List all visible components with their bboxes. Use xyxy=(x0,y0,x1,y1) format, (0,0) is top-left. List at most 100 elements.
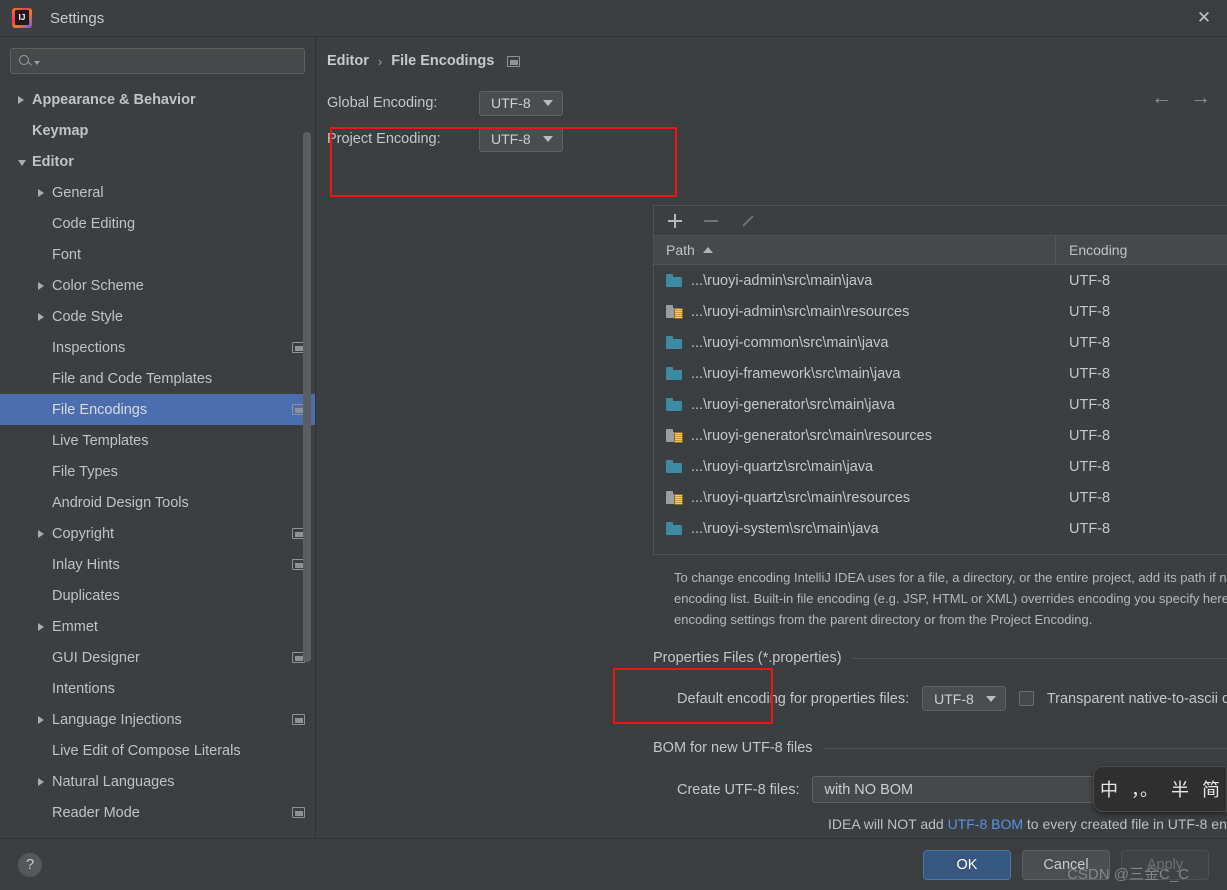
table-toolbar xyxy=(654,206,1227,236)
table-cell-encoding[interactable]: UTF-8 xyxy=(1056,521,1110,537)
global-encoding-dropdown[interactable]: UTF-8 xyxy=(479,90,563,116)
resources-folder-icon xyxy=(666,305,683,319)
sidebar-item-label: Keymap xyxy=(32,122,89,139)
sidebar-item-label: Reader Mode xyxy=(52,804,140,821)
bom-group-title: BOM for new UTF-8 files xyxy=(653,740,1227,756)
panel-icon[interactable] xyxy=(292,714,305,725)
table-cell-encoding[interactable]: UTF-8 xyxy=(1056,335,1110,351)
sidebar-item-font[interactable]: Font xyxy=(0,239,315,270)
project-encoding-value: UTF-8 xyxy=(491,131,531,147)
sidebar-item-gui-designer[interactable]: GUI Designer xyxy=(0,642,315,673)
ime-punctuation-indicator[interactable]: ，。 xyxy=(1131,776,1158,802)
sidebar-item-label: File and Code Templates xyxy=(52,370,213,387)
search-box[interactable] xyxy=(10,48,305,74)
sidebar-item-language-injections[interactable]: Language Injections xyxy=(0,704,315,735)
sidebar-item-general[interactable]: General xyxy=(0,177,315,208)
sidebar-scrollbar[interactable] xyxy=(303,132,311,662)
global-encoding-value: UTF-8 xyxy=(491,95,531,111)
forward-arrow-icon[interactable]: → xyxy=(1190,87,1211,108)
chevron-down-icon xyxy=(985,695,996,702)
sidebar-item-editor[interactable]: Editor xyxy=(0,146,315,177)
table-cell-encoding[interactable]: UTF-8 xyxy=(1056,366,1110,382)
sidebar-item-label: Editor xyxy=(32,153,74,170)
ime-script-indicator[interactable]: 简 xyxy=(1202,776,1220,802)
table-cell-path: ...\ruoyi-generator\src\main\java xyxy=(654,397,1056,413)
chevron-down-icon[interactable] xyxy=(18,160,26,166)
table-row[interactable]: ...\ruoyi-quartz\src\main\resources UTF-8 xyxy=(654,482,1227,513)
encodings-table-panel: Path Encoding ...\ruoyi-admin\src\main\j… xyxy=(653,205,1227,555)
table-cell-encoding[interactable]: UTF-8 xyxy=(1056,273,1110,289)
chevron-right-icon[interactable] xyxy=(38,622,44,631)
column-header-path[interactable]: Path xyxy=(654,236,1056,264)
table-row[interactable]: ...\ruoyi-generator\src\main\java UTF-8 xyxy=(654,389,1227,420)
properties-encoding-dropdown[interactable]: UTF-8 xyxy=(922,686,1006,711)
sidebar-item-label: Natural Languages xyxy=(52,773,175,790)
sidebar-item-emmet[interactable]: Emmet xyxy=(0,611,315,642)
sidebar-item-live-templates[interactable]: Live Templates xyxy=(0,425,315,456)
sidebar-item-file-and-code-templates[interactable]: File and Code Templates xyxy=(0,363,315,394)
table-row[interactable]: ...\ruoyi-common\src\main\java UTF-8 xyxy=(654,327,1227,358)
chevron-right-icon[interactable] xyxy=(38,312,44,321)
chevron-right-icon[interactable] xyxy=(38,529,44,538)
table-row[interactable]: ...\ruoyi-system\src\main\java UTF-8 xyxy=(654,513,1227,544)
chevron-right-icon[interactable] xyxy=(38,715,44,724)
sidebar-item-color-scheme[interactable]: Color Scheme xyxy=(0,270,315,301)
chevron-right-icon[interactable] xyxy=(18,95,24,104)
sidebar-item-intentions[interactable]: Intentions xyxy=(0,673,315,704)
cancel-button[interactable]: Cancel xyxy=(1022,849,1110,880)
add-icon[interactable] xyxy=(666,212,684,230)
transparent-conversion-checkbox[interactable] xyxy=(1018,691,1034,706)
bom-note: IDEA will NOT add UTF-8 BOM to every cre… xyxy=(653,816,1227,832)
table-cell-encoding[interactable]: UTF-8 xyxy=(1056,490,1110,506)
properties-group-title: Properties Files (*.properties) xyxy=(653,650,1227,666)
search-input[interactable] xyxy=(40,53,297,69)
project-encoding-dropdown[interactable]: UTF-8 xyxy=(479,126,563,152)
chevron-right-icon[interactable] xyxy=(38,188,44,197)
ime-width-indicator[interactable]: 半 xyxy=(1171,776,1189,802)
sidebar-item-reader-mode[interactable]: Reader Mode xyxy=(0,797,315,828)
table-row[interactable]: ...\ruoyi-generator\src\main\resources UT… xyxy=(654,420,1227,451)
edit-pencil-icon xyxy=(738,212,756,230)
ime-mode-indicator[interactable]: 中 xyxy=(1100,776,1118,802)
sidebar-item-copyright[interactable]: Copyright xyxy=(0,518,315,549)
ok-button[interactable]: OK xyxy=(923,849,1011,880)
table-cell-path: ...\ruoyi-framework\src\main\java xyxy=(654,366,1056,382)
sidebar-item-android-design-tools[interactable]: Android Design Tools xyxy=(0,487,315,518)
table-row[interactable]: ...\ruoyi-framework\src\main\java UTF-8 xyxy=(654,358,1227,389)
sidebar-item-code-style[interactable]: Code Style xyxy=(0,301,315,332)
table-row[interactable]: ...\ruoyi-quartz\src\main\java UTF-8 xyxy=(654,451,1227,482)
table-cell-encoding[interactable]: UTF-8 xyxy=(1056,397,1110,413)
table-cell-encoding[interactable]: UTF-8 xyxy=(1056,459,1110,475)
sidebar-item-live-edit-of-compose-literals[interactable]: Live Edit of Compose Literals xyxy=(0,735,315,766)
close-icon[interactable]: ✕ xyxy=(1181,0,1227,36)
sidebar-item-appearance-behavior[interactable]: Appearance & Behavior xyxy=(0,84,315,115)
chevron-right-icon[interactable] xyxy=(38,281,44,290)
panel-icon[interactable] xyxy=(292,807,305,818)
breadcrumb-root[interactable]: Editor xyxy=(327,53,369,69)
panel-icon[interactable] xyxy=(507,55,521,67)
table-cell-encoding[interactable]: UTF-8 xyxy=(1056,428,1110,444)
table-cell-path-text: ...\ruoyi-generator\src\main\resources xyxy=(691,427,932,444)
table-row[interactable]: ...\ruoyi-admin\src\main\resources UTF-8 xyxy=(654,296,1227,327)
sidebar-item-inspections[interactable]: Inspections xyxy=(0,332,315,363)
sidebar-item-code-editing[interactable]: Code Editing xyxy=(0,208,315,239)
table-row[interactable]: ...\ruoyi-admin\src\main\java UTF-8 xyxy=(654,265,1227,296)
dialog-footer: ? OK Cancel Apply CSDN @三金C_C xyxy=(0,838,1227,890)
table-cell-path: ...\ruoyi-system\src\main\java xyxy=(654,521,1056,537)
utf8-bom-link[interactable]: UTF-8 BOM xyxy=(948,816,1023,832)
resources-folder-icon xyxy=(666,491,683,505)
table-cell-encoding[interactable]: UTF-8 xyxy=(1056,304,1110,320)
table-cell-path-text: ...\ruoyi-framework\src\main\java xyxy=(691,365,901,382)
sidebar-item-duplicates[interactable]: Duplicates xyxy=(0,580,315,611)
back-arrow-icon[interactable]: ← xyxy=(1151,87,1172,108)
help-button[interactable]: ? xyxy=(18,852,42,877)
table-cell-path: ...\ruoyi-admin\src\main\resources xyxy=(654,304,1056,320)
sidebar-item-keymap[interactable]: Keymap xyxy=(0,115,315,146)
sidebar-item-file-encodings[interactable]: File Encodings xyxy=(0,394,315,425)
sidebar-item-inlay-hints[interactable]: Inlay Hints xyxy=(0,549,315,580)
sidebar-item-natural-languages[interactable]: Natural Languages xyxy=(0,766,315,797)
chevron-right-icon[interactable] xyxy=(38,777,44,786)
sidebar-item-label: Inlay Hints xyxy=(52,556,120,573)
sidebar-item-file-types[interactable]: File Types xyxy=(0,456,315,487)
column-header-encoding[interactable]: Encoding xyxy=(1056,242,1127,258)
